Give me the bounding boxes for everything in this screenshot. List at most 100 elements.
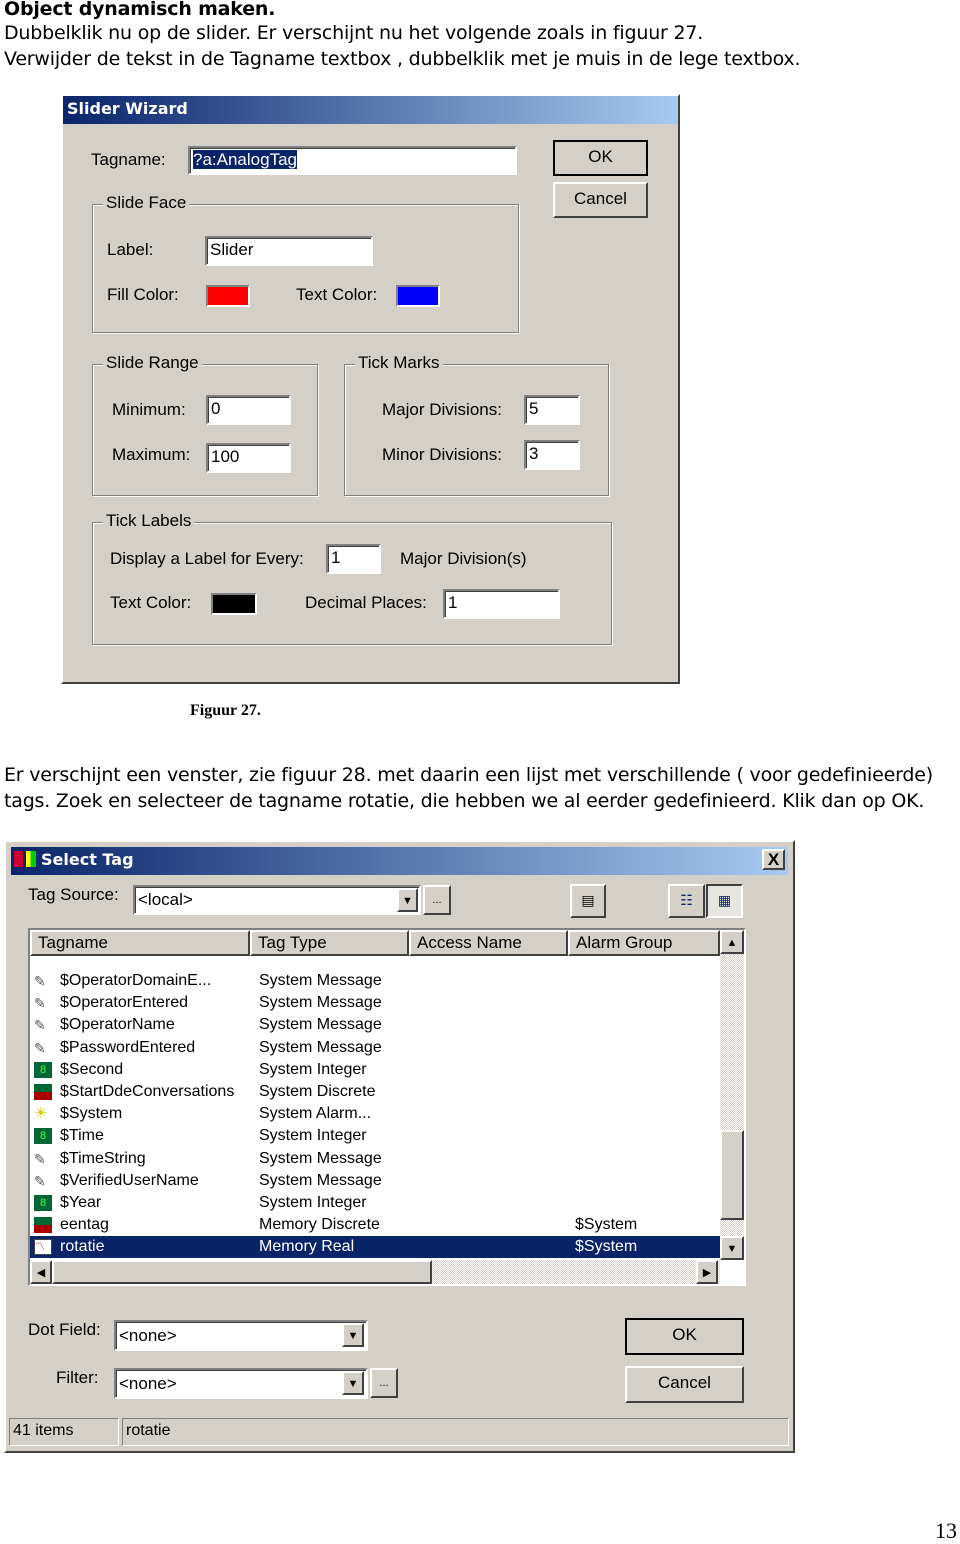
cancel-button[interactable]: Cancel — [553, 182, 648, 218]
ok-button[interactable]: OK — [625, 1318, 744, 1355]
fill-color-swatch[interactable] — [206, 285, 250, 307]
minimum-input[interactable]: 0 — [206, 395, 291, 425]
table-row[interactable]: 〽 rotatie Memory Real $System — [30, 1236, 720, 1258]
label-input[interactable]: Slider — [205, 236, 373, 266]
cell-tagname: $TimeString — [60, 1149, 146, 1167]
column-header-tagname[interactable]: Tagname — [30, 930, 250, 956]
tag-message-icon: ✎ — [34, 1150, 46, 1167]
cell-tag-type: System Integer — [259, 1060, 367, 1078]
cell-tagname: $Time — [60, 1127, 104, 1145]
tick-text-color-swatch[interactable] — [211, 593, 257, 615]
filter-browse-button[interactable]: ... — [370, 1368, 398, 1398]
tag-integer-icon: 8 — [34, 1061, 52, 1078]
cell-tagname: rotatie — [60, 1238, 105, 1256]
cancel-button[interactable]: Cancel — [625, 1366, 744, 1403]
cell-tagname: $Second — [60, 1060, 124, 1078]
cell-tag-type: System Message — [259, 994, 382, 1012]
scroll-left-icon[interactable]: ◀ — [30, 1260, 52, 1284]
table-row[interactable]: 8 $Time System Integer — [30, 1125, 720, 1147]
cell-tag-type: System Message — [259, 1016, 382, 1034]
tick-text-color-label: Text Color: — [110, 593, 192, 612]
paragraph-line: tags. Zoek en selecteer de tagname rotat… — [4, 790, 925, 812]
major-divisions-input[interactable]: 5 — [524, 395, 580, 425]
table-row[interactable]: $StartDdeConversations System Discrete — [30, 1081, 720, 1103]
table-row[interactable]: ✎ $VerifiedUserName System Message — [30, 1170, 720, 1192]
minor-divisions-label: Minor Divisions: — [382, 445, 502, 464]
horizontal-scrollbar[interactable]: ◀ ▶ — [30, 1260, 720, 1284]
table-row[interactable]: ☀ $System System Alarm... — [30, 1103, 720, 1125]
tag-source-combobox[interactable]: <local> — [133, 885, 421, 915]
label-every-label: Display a Label for Every: — [110, 549, 304, 568]
cell-tag-type: System Message — [259, 972, 382, 989]
paragraph-line: Verwijder de tekst in de Tagname textbox… — [4, 48, 801, 70]
fill-color-label: Fill Color: — [107, 285, 179, 304]
table-row[interactable]: 8 $Year System Integer — [30, 1192, 720, 1214]
close-button[interactable]: X — [762, 849, 785, 870]
cell-tag-type: System Message — [259, 1171, 382, 1189]
cell-tagname: eentag — [60, 1216, 109, 1234]
tag-discrete-icon — [34, 1084, 52, 1100]
tag-message-icon: ✎ — [34, 1039, 46, 1056]
dot-field-combobox[interactable]: <none> — [114, 1320, 368, 1351]
table-row[interactable]: eentag Memory Discrete $System — [30, 1214, 720, 1236]
text-color-swatch[interactable] — [396, 285, 440, 307]
table-row[interactable]: ✎ $PasswordEntered System Message — [30, 1037, 720, 1059]
decimal-places-input[interactable]: 1 — [443, 589, 560, 619]
minimum-label: Minimum: — [112, 400, 186, 419]
tag-source-label: Tag Source: — [28, 885, 119, 904]
list-view-icon[interactable]: ☷ — [668, 884, 705, 918]
tag-integer-icon: 8 — [34, 1195, 52, 1211]
tag-message-icon: ✎ — [34, 995, 46, 1012]
slide-range-group: Slide Range — [92, 353, 318, 496]
vertical-scrollbar[interactable]: ▲ ▼ — [720, 930, 744, 1260]
paragraph-line: Dubbelklik nu op de slider. Er verschijn… — [4, 22, 704, 44]
minor-divisions-input[interactable]: 3 — [524, 440, 580, 470]
cell-alarm-group: $System — [575, 1238, 638, 1256]
table-row[interactable]: ✎ $TimeString System Message — [30, 1148, 720, 1170]
page-number: 13 — [935, 1518, 957, 1543]
column-header-tag-type[interactable]: Tag Type — [250, 930, 409, 956]
major-divisions-suffix: Major Division(s) — [400, 549, 527, 568]
chevron-down-icon[interactable]: ▼ — [342, 1323, 364, 1347]
scroll-thumb[interactable] — [720, 1130, 744, 1220]
cell-alarm-group: $System — [575, 1216, 638, 1234]
cell-tag-type: System Integer — [259, 1194, 367, 1211]
table-row[interactable]: ✎ $OperatorName System Message — [30, 1014, 720, 1036]
tag-message-icon: ✎ — [34, 1017, 46, 1034]
major-divisions-label: Major Divisions: — [382, 400, 502, 419]
scroll-thumb[interactable] — [52, 1260, 432, 1284]
ok-button[interactable]: OK — [553, 140, 648, 176]
cell-tagname: $PasswordEntered — [60, 1038, 196, 1056]
cell-tag-type: System Integer — [259, 1127, 367, 1145]
scroll-up-icon[interactable]: ▲ — [720, 930, 744, 954]
cell-tag-type: System Message — [259, 1038, 382, 1056]
scroll-down-icon[interactable]: ▼ — [720, 1236, 744, 1260]
tagname-input[interactable]: ?a:AnalogTag — [188, 146, 517, 175]
paragraph-line: Er verschijnt een venster, zie figuur 28… — [4, 764, 933, 786]
scroll-right-icon[interactable]: ▶ — [696, 1260, 718, 1284]
cell-tag-type: System Message — [259, 1149, 382, 1167]
maximum-input[interactable]: 100 — [206, 443, 291, 473]
column-header-access-name[interactable]: Access Name — [409, 930, 568, 956]
maximum-label: Maximum: — [112, 445, 191, 464]
chevron-down-icon[interactable]: ▼ — [342, 1371, 364, 1395]
cell-tag-type: System Discrete — [259, 1083, 376, 1100]
app-icon — [14, 851, 36, 867]
tag-source-browse-button[interactable]: ... — [423, 885, 451, 915]
details-view-icon[interactable]: ▦ — [706, 884, 743, 918]
tag-integer-icon: 8 — [34, 1128, 52, 1145]
label-every-input[interactable]: 1 — [326, 544, 381, 574]
cell-tagname: $Year — [60, 1194, 102, 1211]
text-color-label: Text Color: — [296, 285, 378, 304]
table-row[interactable]: ✎ $OperatorEntered System Message — [30, 992, 720, 1014]
chevron-down-icon[interactable]: ▼ — [397, 888, 418, 912]
column-header-alarm-group[interactable]: Alarm Group — [568, 930, 720, 956]
table-row[interactable]: ✎ $OperatorDomainE... System Message — [30, 970, 720, 992]
cell-tag-type: Memory Real — [259, 1238, 355, 1256]
label-label: Label: — [107, 240, 154, 259]
filter-combobox[interactable]: <none> — [114, 1368, 368, 1399]
properties-icon[interactable]: ▤ — [570, 884, 606, 918]
tick-marks-group: Tick Marks — [344, 353, 609, 496]
tick-labels-group: Tick Labels — [92, 511, 612, 645]
table-row[interactable]: 8 $Second System Integer — [30, 1059, 720, 1081]
